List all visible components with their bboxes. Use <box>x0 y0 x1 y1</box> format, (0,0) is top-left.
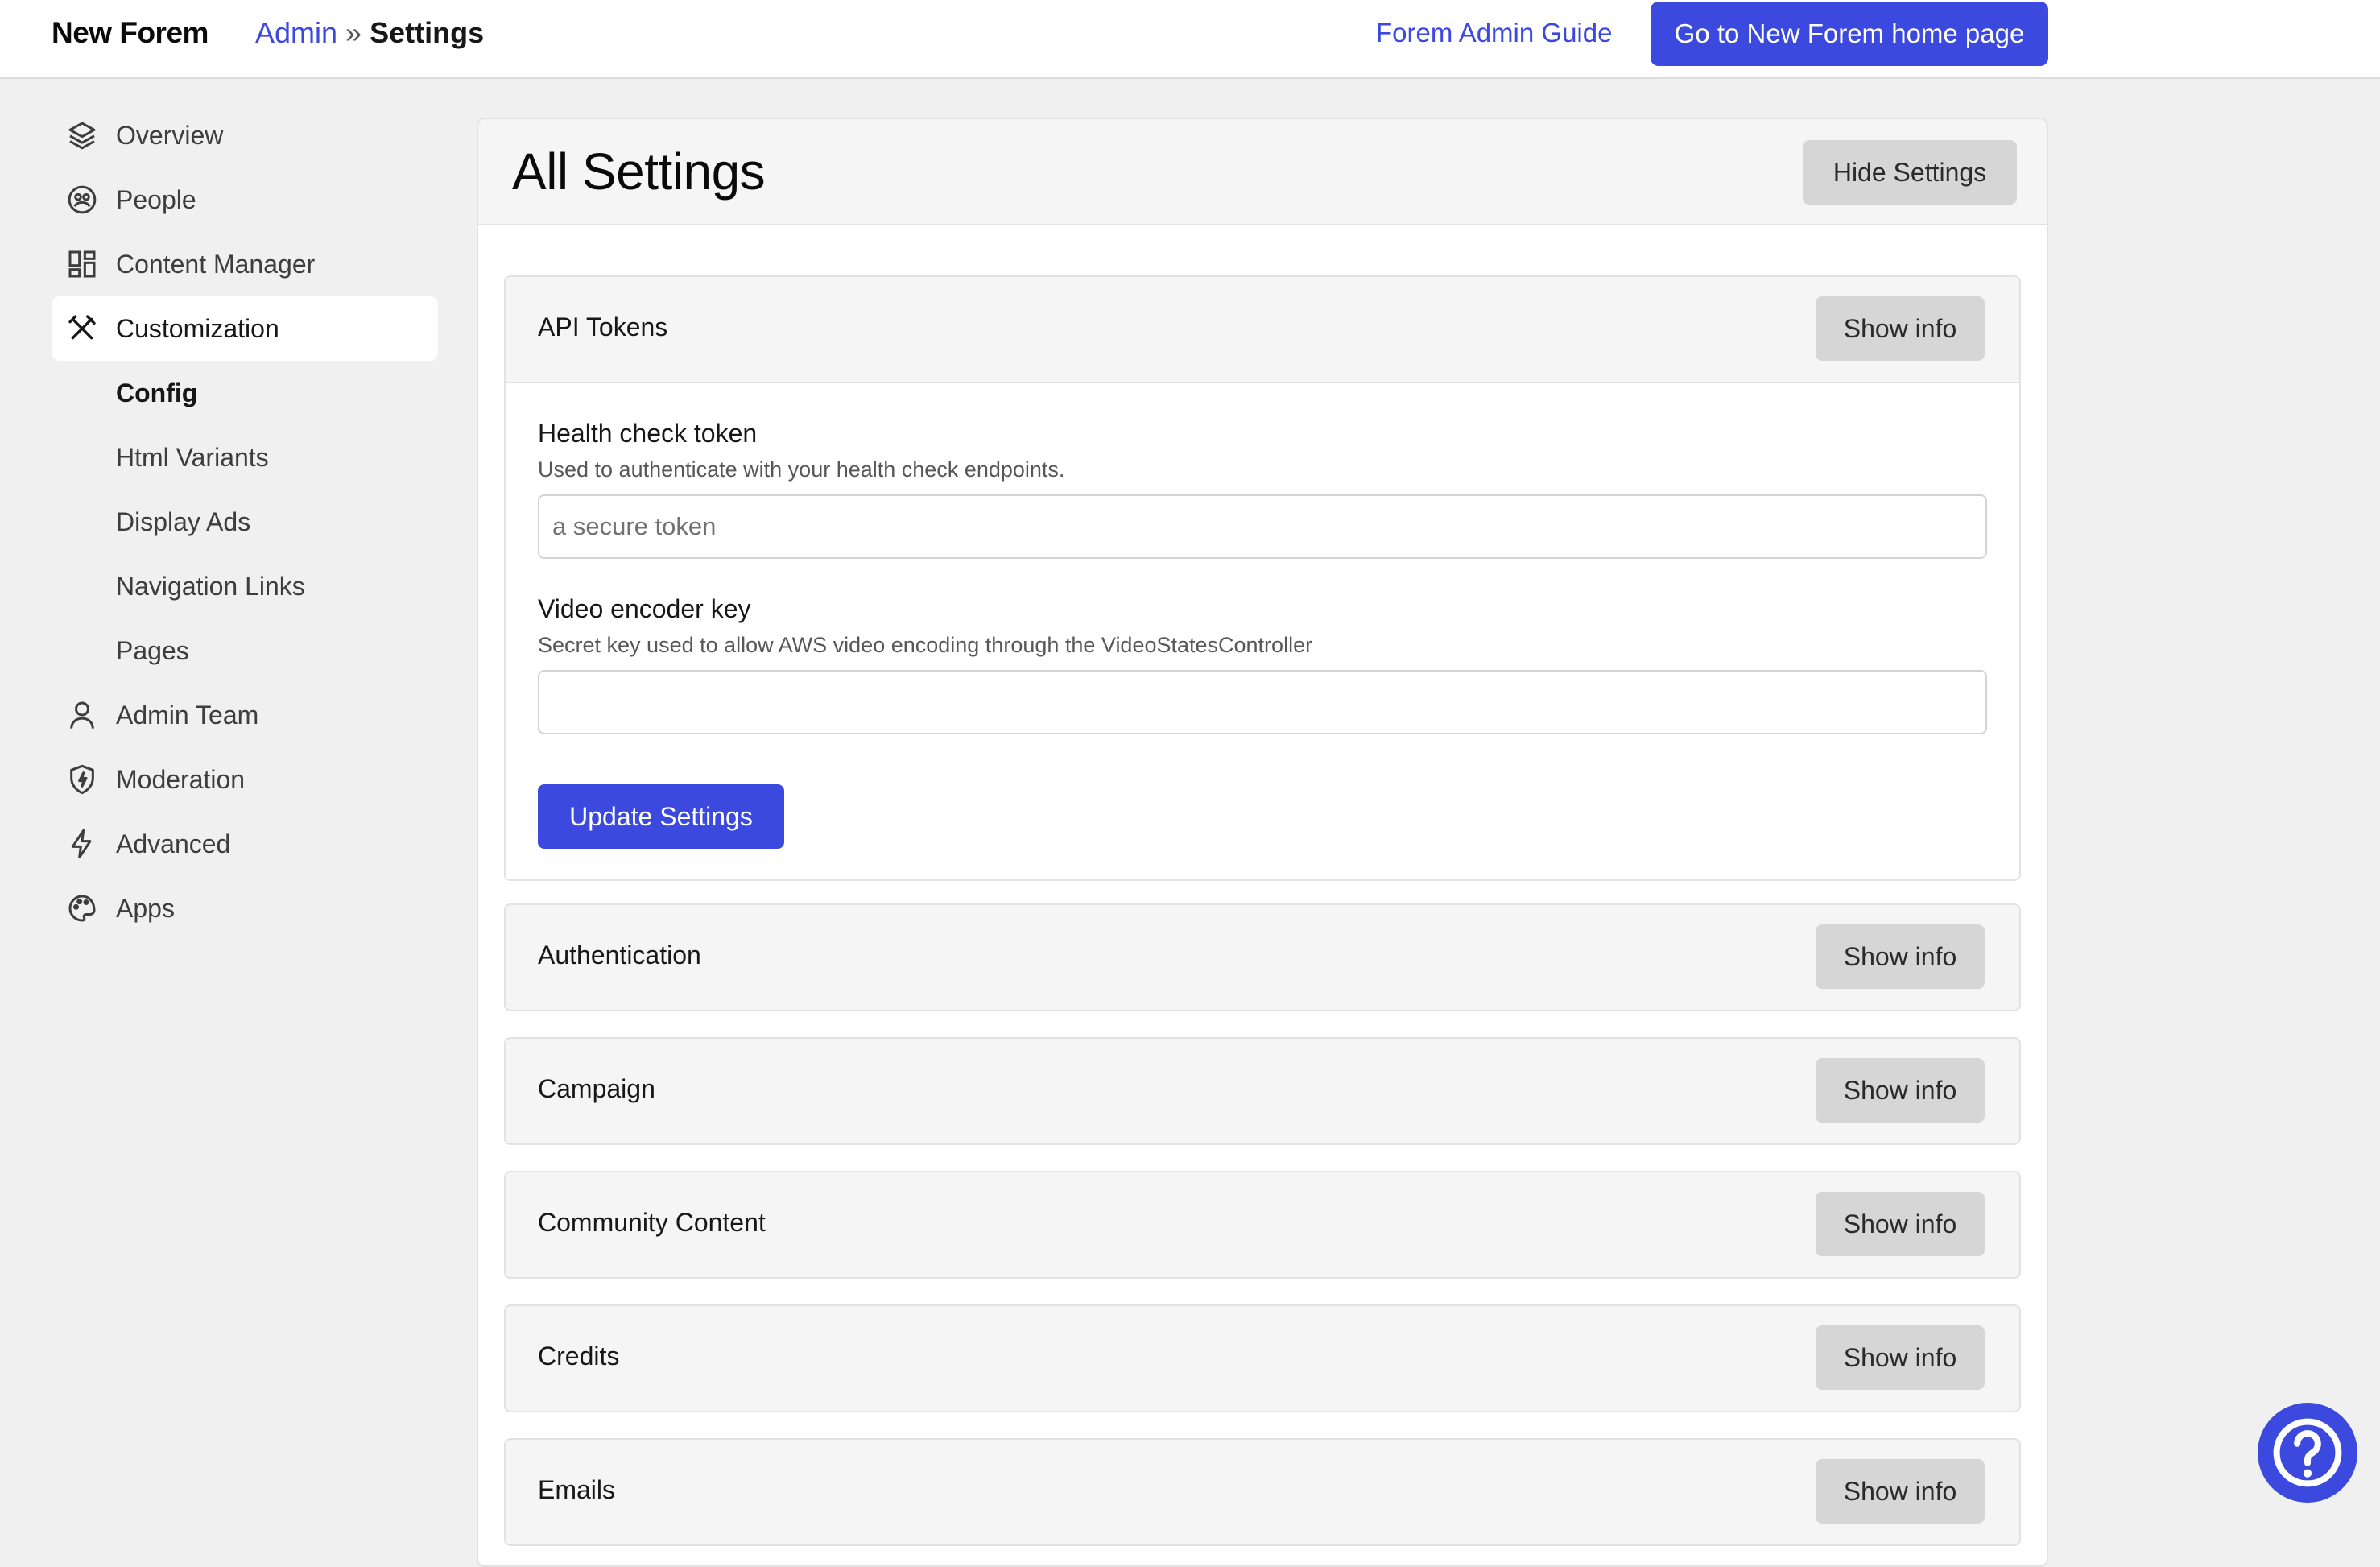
section-title: Community Content <box>538 1208 766 1237</box>
section-title: Campaign <box>538 1074 655 1103</box>
section-header: Credits Show info <box>506 1306 2019 1411</box>
health-check-token-input[interactable] <box>538 494 1987 559</box>
section-header: Community Content Show info <box>506 1172 2019 1277</box>
sidebar-item-label: Customization <box>116 313 279 343</box>
section-campaign: Campaign Show info <box>504 1037 2021 1145</box>
breadcrumb-current: Settings <box>370 16 485 49</box>
sidebar-item-moderation[interactable]: Moderation <box>52 747 438 812</box>
sidebar-item-advanced[interactable]: Advanced <box>52 812 438 876</box>
sidebar-item-label: Moderation <box>116 764 246 794</box>
settings-panel: All Settings Hide Settings API Tokens Sh… <box>477 118 2048 1567</box>
sidebar-item-content-manager[interactable]: Content Manager <box>52 232 438 296</box>
breadcrumb: Admin» Settings <box>255 16 484 50</box>
show-info-button[interactable]: Show info <box>1816 924 1985 989</box>
show-info-button[interactable]: Show info <box>1816 296 1985 361</box>
section-title: Emails <box>538 1475 616 1504</box>
palette-icon <box>66 892 98 924</box>
sidebar-item-overview[interactable]: Overview <box>52 103 438 167</box>
section-api-tokens: API Tokens Show info Health check token … <box>504 275 2021 881</box>
sidebar-subitem-html-variants[interactable]: Html Variants <box>52 425 438 490</box>
show-info-button[interactable]: Show info <box>1816 1192 1985 1256</box>
section-community-content: Community Content Show info <box>504 1171 2021 1279</box>
layers-icon <box>66 119 98 151</box>
sidebar-item-label: Content Manager <box>116 249 316 279</box>
sidebar-subitem-pages[interactable]: Pages <box>52 618 438 683</box>
section-credits: Credits Show info <box>504 1304 2021 1412</box>
home-page-button[interactable]: Go to New Forem home page <box>1651 2 2048 66</box>
video-encoder-key-label: Video encoder key <box>538 594 751 623</box>
sidebar-item-label: Pages <box>116 635 189 665</box>
hide-settings-button[interactable]: Hide Settings <box>1803 140 2017 205</box>
section-header: Authentication Show info <box>506 905 2019 1010</box>
page-title: All Settings <box>512 143 766 201</box>
breadcrumb-admin-link[interactable]: Admin <box>255 16 337 49</box>
admin-guide-link[interactable]: Forem Admin Guide <box>1376 18 1612 48</box>
help-button[interactable] <box>2258 1403 2357 1503</box>
sidebar-item-label: Html Variants <box>116 442 269 472</box>
lightning-icon <box>66 828 98 860</box>
health-check-token-help: Used to authenticate with your health ch… <box>538 457 1065 482</box>
tools-icon <box>66 312 98 345</box>
people-icon <box>66 184 98 216</box>
section-authentication: Authentication Show info <box>504 903 2021 1011</box>
section-header: Emails Show info <box>506 1440 2019 1544</box>
sidebar-item-label: Display Ads <box>116 506 251 536</box>
sidebar-nav: Overview People Content Manager Customiz… <box>52 103 438 941</box>
section-title: Credits <box>538 1342 620 1371</box>
section-title: API Tokens <box>538 312 668 341</box>
settings-header: All Settings Hide Settings <box>478 119 2047 225</box>
sidebar-item-label: Overview <box>116 120 224 150</box>
sidebar-item-label: Config <box>116 378 198 407</box>
show-info-button[interactable]: Show info <box>1816 1325 1985 1390</box>
show-info-button[interactable]: Show info <box>1816 1058 1985 1123</box>
api-tokens-form: Health check token Used to authenticate … <box>506 382 2019 879</box>
sidebar-item-apps[interactable]: Apps <box>52 876 438 941</box>
dashboard-icon <box>66 248 98 280</box>
sidebar-item-people[interactable]: People <box>52 167 438 232</box>
sidebar-item-customization[interactable]: Customization <box>52 296 438 361</box>
user-icon <box>66 699 98 731</box>
sidebar-subitem-config[interactable]: Config <box>52 361 438 425</box>
sidebar-item-label: Advanced <box>116 829 231 858</box>
section-header: API Tokens Show info <box>506 277 2019 382</box>
brand-logo[interactable]: New Forem <box>52 16 209 50</box>
video-encoder-key-input[interactable] <box>538 670 1987 734</box>
sidebar-item-label: Navigation Links <box>116 571 305 601</box>
breadcrumb-separator: » <box>345 16 362 49</box>
show-info-button[interactable]: Show info <box>1816 1459 1985 1524</box>
sidebar-item-label: Apps <box>116 893 175 923</box>
sidebar-subitem-display-ads[interactable]: Display Ads <box>52 490 438 554</box>
video-encoder-key-help: Secret key used to allow AWS video encod… <box>538 633 1313 657</box>
section-emails: Emails Show info <box>504 1438 2021 1546</box>
shield-icon <box>66 763 98 796</box>
update-settings-button[interactable]: Update Settings <box>538 784 784 849</box>
question-icon <box>2273 1418 2342 1487</box>
health-check-token-label: Health check token <box>538 419 758 448</box>
sidebar-item-label: Admin Team <box>116 700 259 730</box>
sidebar-item-admin-team[interactable]: Admin Team <box>52 683 438 747</box>
section-header: Campaign Show info <box>506 1039 2019 1143</box>
sidebar-item-label: People <box>116 184 196 214</box>
sidebar-subitem-navigation-links[interactable]: Navigation Links <box>52 554 438 618</box>
top-bar: New Forem Admin» Settings Forem Admin Gui… <box>0 0 2380 79</box>
section-title: Authentication <box>538 941 701 970</box>
